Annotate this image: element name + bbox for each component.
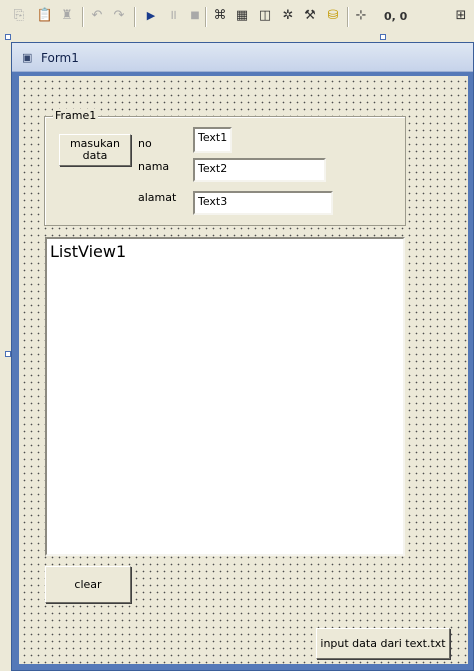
object-browser-icon[interactable]: ✲ — [279, 7, 297, 25]
text1-field[interactable]: Text1 — [193, 127, 232, 153]
listview-label: ListView1 — [50, 242, 127, 261]
position-readout: 0, 0 — [384, 10, 408, 23]
toolbar-separator — [205, 7, 207, 27]
form-client-area[interactable]: Frame1 masukan data no nama alamat Text1… — [19, 76, 468, 664]
masukan-data-button[interactable]: masukan data — [59, 134, 131, 166]
data-view-icon[interactable]: ⛁ — [324, 7, 342, 25]
frame-caption: Frame1 — [53, 109, 99, 122]
redo-icon[interactable]: ↷ — [110, 7, 128, 25]
break-icon[interactable]: ॥ — [164, 7, 182, 25]
position-icon: ⊹ — [355, 8, 367, 23]
frame1[interactable]: Frame1 masukan data no nama alamat Text1… — [44, 109, 406, 226]
size-icon: ⊞ — [455, 8, 467, 23]
toolbox-icon[interactable]: ⚒ — [301, 7, 319, 25]
project-explorer-icon[interactable]: ⌘ — [211, 7, 229, 25]
clear-button[interactable]: clear — [45, 566, 131, 603]
copy-icon[interactable]: ⎘ — [10, 7, 28, 25]
form-title: Form1 — [41, 51, 79, 65]
form-title-bar[interactable]: ▣ Form1 — [12, 43, 473, 72]
toolbar-separator — [347, 7, 349, 27]
standard-toolbar: ⎘ 📋 ♜ ↶ ↷ ▶ ॥ ■ ⌘ ▦ ◫ ✲ ⚒ ⛁ ⊹ 0, 0 ⊞ — [0, 0, 474, 35]
label-nama: nama — [138, 160, 170, 173]
start-icon[interactable]: ▶ — [142, 7, 160, 25]
label-alamat: alamat — [138, 191, 177, 204]
end-icon[interactable]: ■ — [186, 7, 204, 25]
properties-window-icon[interactable]: ▦ — [233, 7, 251, 25]
text3-field[interactable]: Text3 — [193, 191, 333, 215]
undo-icon[interactable]: ↶ — [88, 7, 106, 25]
form-icon: ▣ — [22, 51, 33, 64]
find-icon[interactable]: ♜ — [58, 7, 76, 25]
paste-icon[interactable]: 📋 — [36, 7, 54, 25]
resize-handle-top-left[interactable] — [5, 34, 11, 40]
input-data-button[interactable]: input data dari text.txt — [316, 628, 450, 659]
form-layout-icon[interactable]: ◫ — [256, 7, 274, 25]
toolbar-separator — [82, 7, 84, 27]
text2-field[interactable]: Text2 — [193, 158, 326, 182]
form-window[interactable]: ▣ Form1 Frame1 masukan data no nama alam… — [11, 42, 474, 671]
label-no: no — [138, 137, 152, 150]
toolbar-separator — [134, 7, 136, 27]
resize-handle-top[interactable] — [380, 34, 386, 40]
listview1[interactable]: ListView1 — [45, 237, 405, 556]
